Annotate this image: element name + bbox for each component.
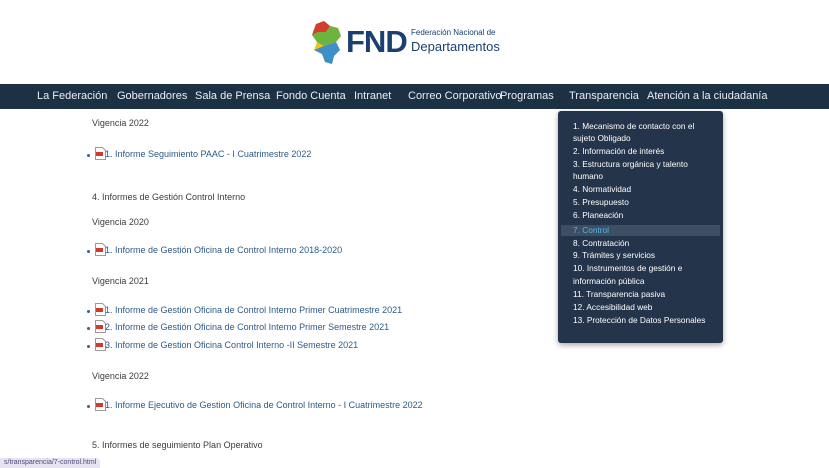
link-informe-ejecutivo-2022[interactable]: 1. Informe Ejecutivo de Gestion Oficina … [105,400,423,410]
list-bullet [87,310,90,313]
dropdown-item-transparencia-pasiva[interactable]: 11. Transparencia pasiva [573,289,665,299]
nav-item-gobernadores[interactable]: Gobernadores [117,84,187,109]
nav-item-federacion[interactable]: La Federación [37,84,107,109]
colombia-map-logo-icon [312,21,341,64]
list-bullet [87,405,90,408]
link-informe-2018-2020[interactable]: 1. Informe de Gestión Oficina de Control… [105,245,342,255]
nav-item-transparencia[interactable]: Transparencia [569,84,639,109]
nav-item-correo[interactable]: Correo Corporativo [408,84,502,109]
nav-item-intranet[interactable]: Intranet [354,84,391,109]
list-bullet [87,250,90,253]
dropdown-item-accesibilidad[interactable]: 12. Accesibilidad web [573,302,652,312]
link-informe-2021-1[interactable]: 1. Informe de Gestión Oficina de Control… [105,305,402,315]
logo-subtitle-line2: Departamentos [411,39,500,54]
link-informe-2021-2[interactable]: 2. Informe de Gestión Oficina de Control… [105,322,389,332]
link-informe-2021-3[interactable]: 3. Informe de Gestion Oficina Control In… [105,340,358,350]
transparencia-dropdown: 1. Mecanismo de contacto con el sujeto O… [558,111,723,343]
dropdown-item-tramites[interactable]: 9. Trámites y servicios [573,250,655,260]
dropdown-item-proteccion-datos[interactable]: 13. Protección de Datos Personales [573,315,705,325]
dropdown-item-mecanismo-cont[interactable]: sujeto Obligado [573,133,631,143]
status-bar-url: s/transparencia/7-control.html [0,458,101,468]
main-nav: La Federación Gobernadores Sala de Prens… [0,84,829,109]
dropdown-item-presupuesto[interactable]: 5. Presupuesto [573,197,629,207]
dropdown-item-normatividad[interactable]: 4. Normatividad [573,184,631,194]
link-informe-paac[interactable]: 1. Informe Seguimiento PAAC - I Cuatrime… [105,149,311,159]
list-bullet [87,345,90,348]
dropdown-item-planeacion[interactable]: 6. Planeación [573,210,623,220]
dropdown-item-estructura-cont[interactable]: humano [573,171,603,181]
dropdown-item-mecanismo[interactable]: 1. Mecanismo de contacto con el [573,121,694,131]
nav-item-sala-prensa[interactable]: Sala de Prensa [195,84,270,109]
list-bullet [87,154,90,157]
dropdown-item-contratacion[interactable]: 8. Contratación [573,238,629,248]
nav-item-atencion[interactable]: Atención a la ciudadanía [647,84,767,109]
dropdown-item-control[interactable]: 7. Control [573,225,609,235]
heading-vigencia-2020: Vigencia 2020 [92,217,149,227]
list-bullet [87,327,90,330]
heading-vigencia-2022: Vigencia 2022 [92,118,149,128]
dropdown-item-instrumentos-cont[interactable]: información pública [573,276,644,286]
dropdown-item-estructura[interactable]: 3. Estructura orgánica y talento [573,159,688,169]
heading-vigencia-2021: Vigencia 2021 [92,276,149,286]
logo-subtitle-line1: Federación Nacional de [411,28,496,37]
site-header: FND Federación Nacional de Departamentos [0,0,829,84]
fnd-logo[interactable]: FND Federación Nacional de Departamentos [310,18,510,70]
logo-brand: FND [346,24,408,59]
dropdown-item-informacion-interes[interactable]: 2. Información de interés [573,146,664,156]
dropdown-item-instrumentos[interactable]: 10. Instrumentos de gestión e [573,263,682,273]
section-heading-4: 4. Informes de Gestión Control Interno [92,192,246,202]
nav-item-programas[interactable]: Programas [500,84,554,109]
section-heading-5: 5. Informes de seguimiento Plan Operativ… [92,440,263,450]
nav-item-fondo-cuenta[interactable]: Fondo Cuenta [276,84,346,109]
heading-vigencia-2022-b: Vigencia 2022 [92,371,149,381]
